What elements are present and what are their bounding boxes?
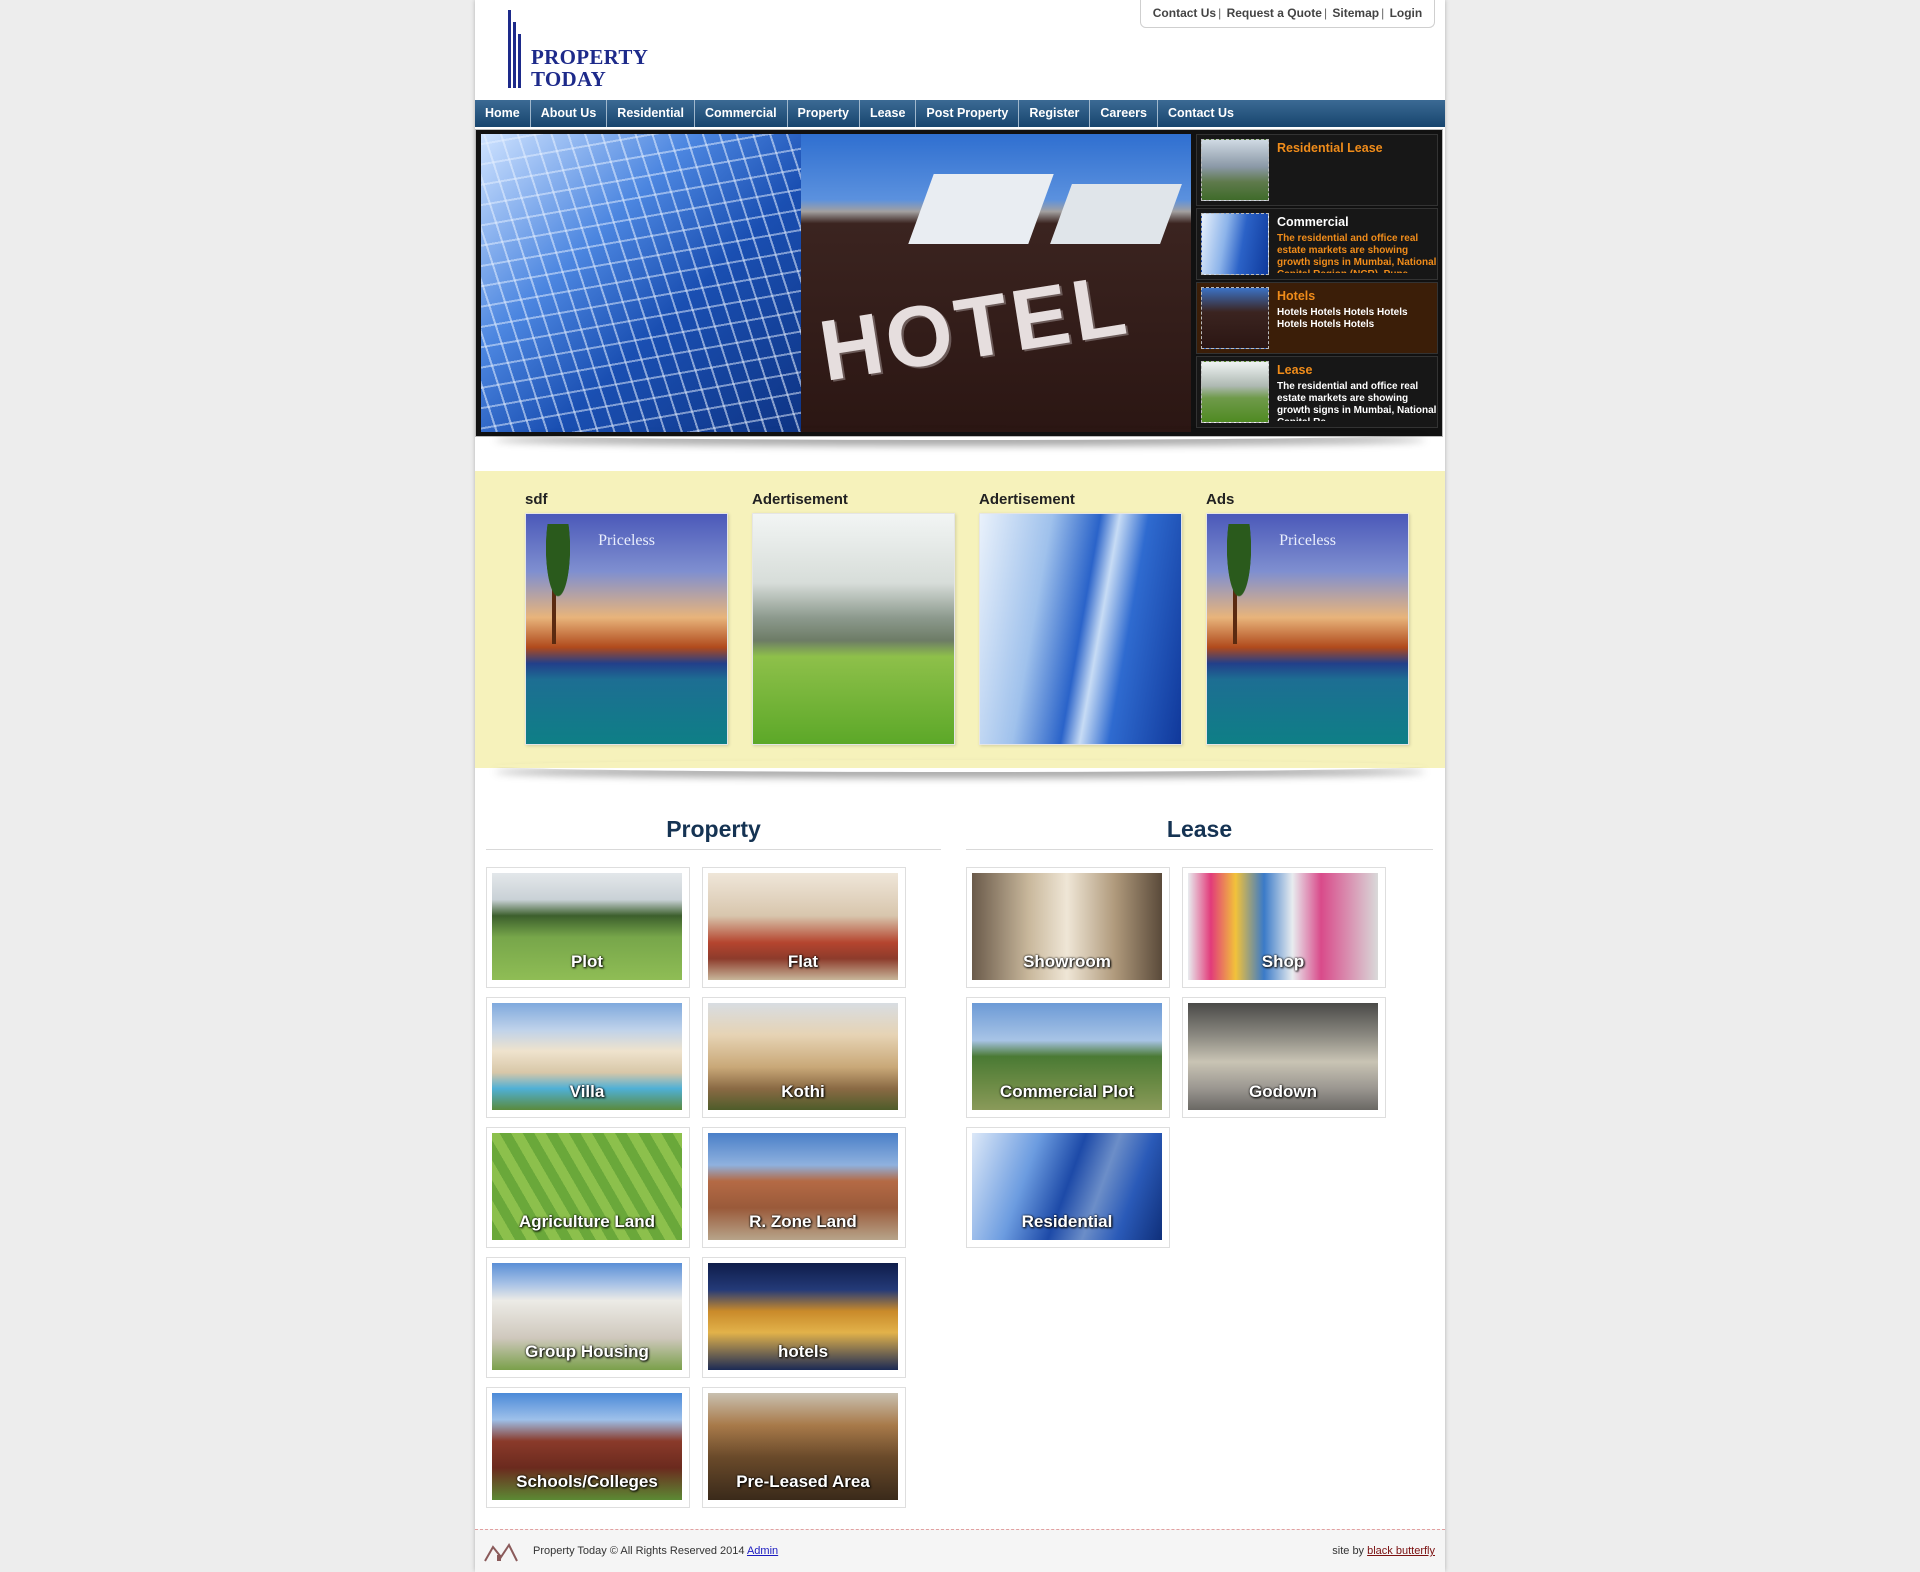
slider-tab-title: Commercial xyxy=(1277,215,1349,229)
slider-tab-commercial[interactable]: Commercial The residential and office re… xyxy=(1196,208,1438,280)
nav-post-property[interactable]: Post Property xyxy=(916,100,1020,127)
nav-careers[interactable]: Careers xyxy=(1090,100,1158,127)
ad-block[interactable]: Adertisement xyxy=(752,491,957,745)
property-card-villa[interactable]: Villa xyxy=(486,997,690,1118)
property-card-r-zone-land[interactable]: R. Zone Land xyxy=(702,1127,906,1248)
hotel-sign-text: HOTEL xyxy=(813,256,1136,400)
property-card-flat[interactable]: Flat xyxy=(702,867,906,988)
nav-residential[interactable]: Residential xyxy=(607,100,695,127)
footer: Property Today © All Rights Reserved 201… xyxy=(475,1529,1445,1572)
top-link-request-quote[interactable]: Request a Quote xyxy=(1227,6,1322,20)
lease-card-godown[interactable]: Godown xyxy=(1182,997,1386,1118)
top-link-sitemap[interactable]: Sitemap xyxy=(1332,6,1379,20)
slider-tab-title: Residential Lease xyxy=(1277,141,1383,155)
card-caption: Plot xyxy=(570,952,604,971)
slider-tab-desc xyxy=(1277,159,1437,199)
card-caption: Commercial Plot xyxy=(999,1082,1135,1101)
property-divider xyxy=(486,849,941,850)
ad-image-glass-tower[interactable] xyxy=(979,513,1182,745)
nav-register[interactable]: Register xyxy=(1019,100,1091,127)
ad-image-priceless[interactable]: Priceless xyxy=(1206,513,1409,745)
slider-tab-residential-lease[interactable]: Residential Lease xyxy=(1196,134,1438,206)
ad-image-mountain-field[interactable] xyxy=(752,513,955,745)
slider-tab-desc: The residential and office real estate m… xyxy=(1277,233,1437,273)
slider-tab-thumb xyxy=(1201,139,1269,201)
property-card-group-housing[interactable]: Group Housing xyxy=(486,1257,690,1378)
lease-card-showroom[interactable]: Showroom xyxy=(966,867,1170,988)
ad-label: sdf xyxy=(525,491,548,508)
card-caption: Villa xyxy=(569,1082,605,1101)
nav-property[interactable]: Property xyxy=(788,100,860,127)
slider-tab-thumb xyxy=(1201,213,1269,275)
slider-tab-desc: Hotels Hotels Hotels Hotels Hotels Hotel… xyxy=(1277,307,1408,330)
nav-commercial[interactable]: Commercial xyxy=(695,100,788,127)
footer-admin-link[interactable]: Admin xyxy=(747,1545,778,1557)
slider-tab-hotels[interactable]: Hotels Hotels Hotels Hotels Hotels Hotel… xyxy=(1196,282,1438,354)
slider-tab-title: Lease xyxy=(1277,363,1313,377)
ad-label: Adertisement xyxy=(979,491,1075,508)
ad-image-priceless[interactable]: Priceless xyxy=(525,513,728,745)
footer-credit-link[interactable]: black butterfly xyxy=(1367,1545,1435,1557)
card-caption: Agriculture Land xyxy=(518,1212,655,1231)
ad-block[interactable]: Adertisement xyxy=(979,491,1184,745)
site-logo[interactable]: PROPERTY TODAY xyxy=(508,10,678,91)
nav-about-us[interactable]: About Us xyxy=(531,100,608,127)
top-links-bar: Contact Us | Request a Quote | Sitemap | Lo… xyxy=(1140,0,1435,28)
slider-main-image-hotel[interactable]: HOTEL xyxy=(801,134,1191,432)
footer-credit: site by black butterfly xyxy=(1332,1545,1435,1557)
top-link-login[interactable]: Login xyxy=(1390,6,1423,20)
card-caption: Group Housing xyxy=(525,1342,649,1361)
card-caption: Residential xyxy=(1021,1212,1113,1231)
slider-shadow xyxy=(495,428,1425,440)
ad-block[interactable]: Ads Priceless xyxy=(1206,491,1411,745)
slider-tab-title: Hotels xyxy=(1277,289,1316,303)
main-nav: Home About Us Residential Commercial Pro… xyxy=(475,100,1445,127)
property-card-hotels[interactable]: hotels xyxy=(702,1257,906,1378)
property-card-kothi[interactable]: Kothi xyxy=(702,997,906,1118)
slider-tab-thumb xyxy=(1201,287,1269,349)
card-caption: Kothi xyxy=(781,1082,825,1101)
featured-slider: HOTEL Residential Lease Commercial The r… xyxy=(475,129,1443,437)
nav-home[interactable]: Home xyxy=(475,100,531,127)
logo-text-line2: TODAY xyxy=(531,67,607,91)
ad-block[interactable]: sdf Priceless xyxy=(525,491,730,745)
logo-bars-icon xyxy=(508,10,524,88)
footer-copyright: Property Today © All Rights Reserved 201… xyxy=(533,1545,779,1557)
card-caption: Showroom xyxy=(1023,952,1111,971)
property-card-plot[interactable]: Plot xyxy=(486,867,690,988)
lease-section-title: Lease xyxy=(1166,816,1233,842)
page-container: Contact Us | Request a Quote | Sitemap | Lo… xyxy=(475,0,1445,1572)
slider-tab-thumb xyxy=(1201,361,1269,423)
card-caption: Flat xyxy=(787,952,819,971)
property-card-schools-colleges[interactable]: Schools/Colleges xyxy=(486,1387,690,1508)
slider-tab-lease[interactable]: Lease The residential and office real es… xyxy=(1196,356,1438,428)
ad-label: Adertisement xyxy=(752,491,848,508)
card-caption: Schools/Colleges xyxy=(516,1472,658,1491)
property-card-agriculture-land[interactable]: Agriculture Land xyxy=(486,1127,690,1248)
house-logo-icon xyxy=(484,1543,518,1562)
lease-card-residential[interactable]: Residential xyxy=(966,1127,1170,1248)
ads-shadow xyxy=(495,760,1425,772)
card-caption: Pre-Leased Area xyxy=(736,1472,870,1491)
ad-label: Ads xyxy=(1206,491,1235,508)
nav-contact-us[interactable]: Contact Us xyxy=(1158,100,1244,127)
lease-card-commercial-plot[interactable]: Commercial Plot xyxy=(966,997,1170,1118)
card-caption: R. Zone Land xyxy=(749,1212,857,1231)
lease-card-shop[interactable]: Shop xyxy=(1182,867,1386,988)
card-caption: hotels xyxy=(777,1342,829,1361)
property-card-pre-leased-area[interactable]: Pre-Leased Area xyxy=(702,1387,906,1508)
property-section-title: Property xyxy=(666,816,761,842)
card-caption: Godown xyxy=(1249,1082,1317,1101)
top-link-contact-us[interactable]: Contact Us xyxy=(1153,6,1216,20)
slider-tab-desc: The residential and office real estate m… xyxy=(1277,381,1437,421)
card-caption: Shop xyxy=(1261,952,1305,971)
nav-lease[interactable]: Lease xyxy=(860,100,917,127)
slider-image-glass-building xyxy=(481,134,801,432)
ads-strip: sdf Priceless Adertisement Adertisement … xyxy=(475,471,1445,768)
lease-divider xyxy=(966,849,1433,850)
